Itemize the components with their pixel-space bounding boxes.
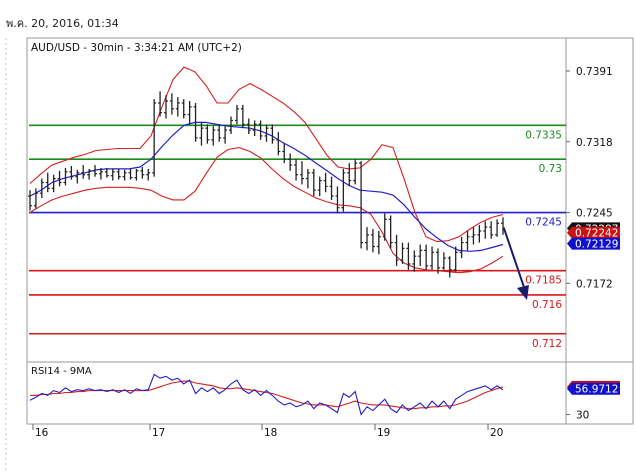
forecast-arrow bbox=[503, 228, 525, 288]
rsi-tag-label: 56.9712 bbox=[575, 384, 618, 396]
x-day-label: 20 bbox=[490, 427, 503, 439]
level-label: 0.712 bbox=[532, 338, 562, 350]
x-day-label: 19 bbox=[377, 427, 390, 439]
price-tick-label: 0.7391 bbox=[576, 66, 613, 78]
chart-svg: AUD/USD - 30min - 3:34:21 AM (UTC+2) 0.73… bbox=[5, 37, 634, 470]
forecast-arrowhead bbox=[517, 285, 529, 300]
level-label: 0.73 bbox=[539, 163, 562, 175]
price-tag-label: 0.72129 bbox=[575, 239, 618, 251]
rsi-tick-label: 30 bbox=[576, 409, 589, 421]
chart-root: พ.ค. 20, 2016, 01:34 AUD/USD - 30min - 3… bbox=[0, 0, 636, 474]
price-tick-label: 0.7318 bbox=[576, 137, 613, 149]
x-day-label: 18 bbox=[264, 427, 277, 439]
x-day-label: 17 bbox=[152, 427, 165, 439]
chart-title: AUD/USD - 30min - 3:34:21 AM (UTC+2) bbox=[31, 42, 242, 54]
price-tick-label: 0.7172 bbox=[576, 278, 613, 290]
level-label: 0.7245 bbox=[525, 217, 562, 229]
level-label: 0.7335 bbox=[525, 129, 562, 141]
level-label: 0.716 bbox=[532, 299, 562, 311]
rsi-line bbox=[29, 373, 504, 416]
chart-frame bbox=[26, 37, 634, 425]
level-label: 0.7185 bbox=[525, 275, 562, 287]
rsi-label: RSI14 - 9MA bbox=[31, 366, 92, 377]
rsi-ma-line bbox=[30, 380, 504, 410]
bollinger-upper bbox=[29, 66, 504, 243]
price-tick-label: 0.7245 bbox=[576, 208, 613, 220]
x-day-label: 16 bbox=[35, 427, 49, 439]
